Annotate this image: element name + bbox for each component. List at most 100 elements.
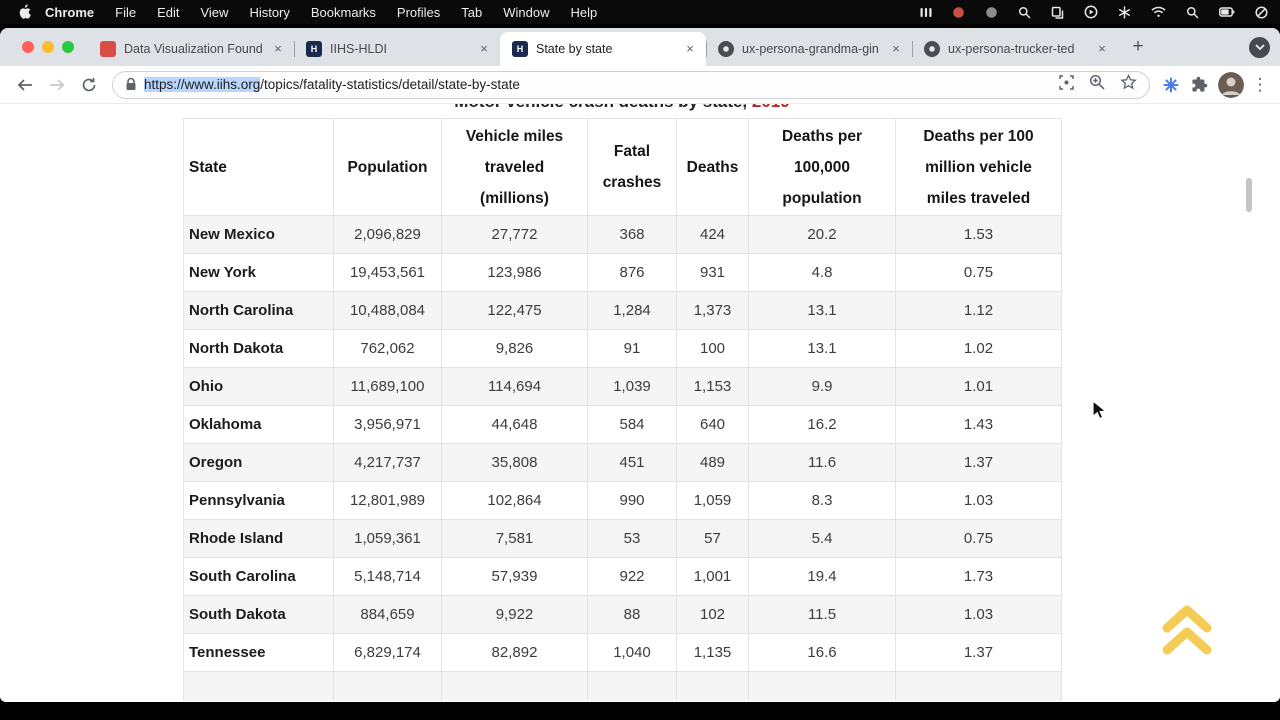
value-cell [896,672,1062,702]
back-button[interactable] [10,70,40,100]
value-cell: 16.2 [749,406,896,444]
zoom-icon[interactable] [1089,74,1105,95]
value-cell: 8.3 [749,482,896,520]
value-cell: 13.1 [749,330,896,368]
menubar-item-profiles[interactable]: Profiles [397,5,440,20]
tab-close-icon[interactable]: × [1094,41,1110,57]
wifi-icon[interactable] [1151,6,1166,18]
caption-text: Motor vehicle crash deaths by state, [454,104,747,111]
value-cell: 9,922 [442,596,588,634]
tab-title: Data Visualization Founda [124,42,262,56]
caption-year: 2019 [747,104,790,111]
column-header: Population [334,119,442,216]
table-row-partial [184,672,1062,702]
menubar-item-file[interactable]: File [115,5,136,20]
close-window-button[interactable] [22,41,34,53]
play-circle-icon[interactable] [1084,5,1098,19]
clipboard-icon[interactable] [1051,6,1064,19]
address-bar-actions [1059,74,1137,95]
value-cell: 1.12 [896,292,1062,330]
value-cell: 100 [677,330,749,368]
state-cell: New York [184,254,334,292]
table-row: Tennessee6,829,17482,8921,0401,13516.61.… [184,634,1062,672]
fatality-statistics-table: StatePopulationVehicle miles traveled (m… [183,118,1062,701]
screenshot-icon[interactable] [1059,75,1074,95]
menubar-item-help[interactable]: Help [571,5,598,20]
column-header: State [184,119,334,216]
value-cell: 1.02 [896,330,1062,368]
state-cell: Pennsylvania [184,482,334,520]
gray-app-icon[interactable] [985,6,998,19]
value-cell: 1,153 [677,368,749,406]
apple-menu-icon[interactable] [18,4,31,20]
value-cell: 1.37 [896,444,1062,482]
battery-icon[interactable] [1219,7,1235,17]
value-cell: 424 [677,216,749,254]
value-cell: 876 [588,254,677,292]
reload-button[interactable] [74,70,104,100]
value-cell: 1.37 [896,634,1062,672]
red-app-icon[interactable] [952,6,965,19]
tab-data-visualization-founda[interactable]: Data Visualization Founda × [88,32,294,66]
tab-title: ux-persona-grandma-gin [742,42,880,56]
value-cell: 1.53 [896,216,1062,254]
state-cell: Tennessee [184,634,334,672]
menubar-item-window[interactable]: Window [503,5,549,20]
menubar-item-tab[interactable]: Tab [461,5,482,20]
menubar-item-history[interactable]: History [249,5,289,20]
menubar-item-view[interactable]: View [200,5,228,20]
address-bar[interactable]: https://www.iihs.org/topics/fatality-sta… [112,71,1150,99]
value-cell: 1,284 [588,292,677,330]
minimize-window-button[interactable] [42,41,54,53]
tab-ux-persona-trucker-ted[interactable]: ux-persona-trucker-ted× [912,32,1118,66]
zoom-window-button[interactable] [62,41,74,53]
search-app-icon[interactable] [1018,6,1031,19]
column-header: Fatal crashes [588,119,677,216]
menubar-item-chrome[interactable]: Chrome [45,5,94,20]
asterisk-icon[interactable] [1118,6,1131,19]
value-cell: 0.75 [896,520,1062,558]
value-cell: 1.43 [896,406,1062,444]
forward-button[interactable] [42,70,72,100]
tab-close-icon[interactable]: × [270,41,286,57]
double-chevron-up-icon [1159,601,1215,659]
value-cell: 57 [677,520,749,558]
value-cell: 122,475 [442,292,588,330]
value-cell [588,672,677,702]
value-cell: 1,039 [588,368,677,406]
control-center-icon[interactable] [1255,6,1268,19]
browser-menu-button[interactable]: ⋮ [1250,75,1270,95]
tab-state-by-state[interactable]: HState by state× [500,32,706,66]
value-cell: 5.4 [749,520,896,558]
scrollbar-thumb[interactable] [1246,178,1252,212]
menubar-item-bookmarks[interactable]: Bookmarks [311,5,376,20]
value-cell: 11,689,100 [334,368,442,406]
value-cell: 1.01 [896,368,1062,406]
menubar-item-edit[interactable]: Edit [157,5,179,20]
tab-search-button[interactable] [1249,37,1270,58]
value-cell: 114,694 [442,368,588,406]
value-cell: 102 [677,596,749,634]
new-tab-button[interactable]: + [1124,33,1152,61]
spotlight-icon[interactable] [1186,6,1199,19]
state-cell: North Dakota [184,330,334,368]
extensions-puzzle-icon[interactable] [1186,72,1212,98]
bookmark-star-icon[interactable] [1120,74,1137,95]
state-cell: South Carolina [184,558,334,596]
chevron-down-icon [1255,44,1265,50]
tab-close-icon[interactable]: × [888,41,904,57]
column-header: Deaths [677,119,749,216]
tab-iihs-hldi[interactable]: HIIHS-HLDI× [294,32,500,66]
back-to-top-button[interactable] [1159,601,1215,659]
tab-ux-persona-grandma-gin[interactable]: ux-persona-grandma-gin × [706,32,912,66]
profile-avatar[interactable] [1218,72,1244,98]
forward-arrow-icon [48,77,66,93]
window-manager-icon[interactable] [920,6,932,19]
value-cell: 1,059 [677,482,749,520]
value-cell: 489 [677,444,749,482]
blue-extension-icon[interactable] [1158,72,1184,98]
state-cell: Rhode Island [184,520,334,558]
tab-close-icon[interactable]: × [476,41,492,57]
padlock-icon [125,77,137,92]
tab-close-icon[interactable]: × [682,41,698,57]
